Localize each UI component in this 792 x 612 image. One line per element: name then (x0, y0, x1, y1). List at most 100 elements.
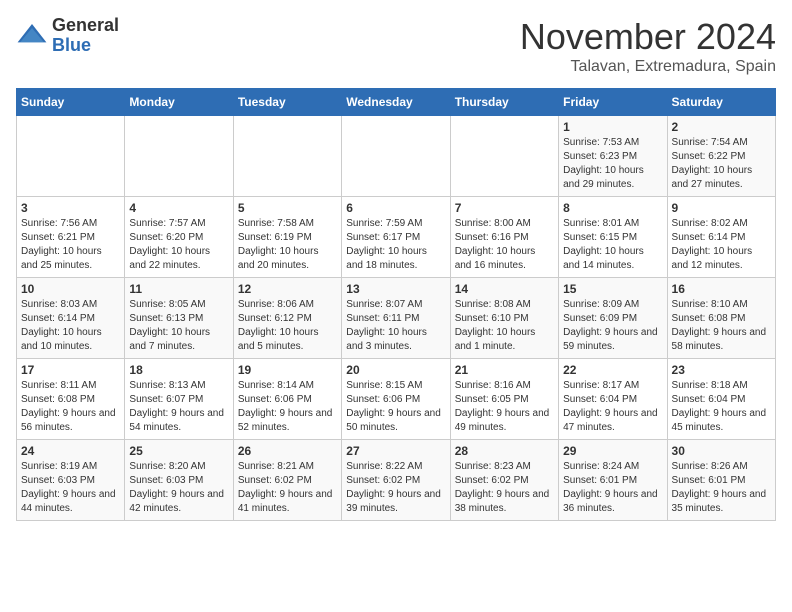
month-title: November 2024 (520, 16, 776, 58)
calendar-cell (342, 116, 450, 197)
day-info: Sunrise: 8:01 AM Sunset: 6:15 PM Dayligh… (563, 217, 662, 273)
day-info: Sunrise: 8:07 AM Sunset: 6:11 PM Dayligh… (346, 298, 445, 354)
day-number: 29 (563, 444, 662, 458)
day-info: Sunrise: 8:06 AM Sunset: 6:12 PM Dayligh… (238, 298, 337, 354)
calendar-table: SundayMondayTuesdayWednesdayThursdayFrid… (16, 88, 776, 521)
calendar-cell: 3 Sunrise: 7:56 AM Sunset: 6:21 PM Daylig… (17, 197, 125, 278)
calendar-cell: 8Sunrise: 8:01 AM Sunset: 6:15 PM Daylig… (559, 197, 667, 278)
calendar-cell: 13 Sunrise: 8:07 AM Sunset: 6:11 PM Dayli… (342, 278, 450, 359)
day-info: Sunrise: 8:15 AM Sunset: 6:06 PM Dayligh… (346, 379, 445, 435)
day-number: 15 (563, 282, 662, 296)
day-number: 19 (238, 363, 337, 377)
weekday-header: Wednesday (342, 89, 450, 116)
weekday-header: Friday (559, 89, 667, 116)
day-number: 6 (346, 201, 445, 215)
title-block: November 2024 Talavan, Extremadura, Spai… (520, 16, 776, 76)
calendar-cell: 24Sunrise: 8:19 AM Sunset: 6:03 PM Dayli… (17, 440, 125, 521)
day-info: Sunrise: 8:26 AM Sunset: 6:01 PM Dayligh… (672, 460, 771, 516)
calendar-cell: 4 Sunrise: 7:57 AM Sunset: 6:20 PM Daylig… (125, 197, 233, 278)
day-number: 20 (346, 363, 445, 377)
calendar-cell: 18Sunrise: 8:13 AM Sunset: 6:07 PM Dayli… (125, 359, 233, 440)
day-number: 23 (672, 363, 771, 377)
day-number: 3 (21, 201, 120, 215)
day-info: Sunrise: 8:23 AM Sunset: 6:02 PM Dayligh… (455, 460, 554, 516)
location: Talavan, Extremadura, Spain (520, 58, 776, 76)
calendar-cell: 14 Sunrise: 8:08 AM Sunset: 6:10 PM Dayli… (450, 278, 558, 359)
day-number: 7 (455, 201, 554, 215)
calendar-cell (450, 116, 558, 197)
day-info: Sunrise: 7:56 AM Sunset: 6:21 PM Dayligh… (21, 217, 120, 273)
day-number: 10 (21, 282, 120, 296)
weekday-header: Saturday (667, 89, 775, 116)
calendar-cell: 2Sunrise: 7:54 AM Sunset: 6:22 PM Daylig… (667, 116, 775, 197)
day-number: 22 (563, 363, 662, 377)
calendar-cell: 27Sunrise: 8:22 AM Sunset: 6:02 PM Dayli… (342, 440, 450, 521)
calendar-week: 10 Sunrise: 8:03 AM Sunset: 6:14 PM Dayli… (17, 278, 776, 359)
calendar-cell: 29 Sunrise: 8:24 AM Sunset: 6:01 PM Dayli… (559, 440, 667, 521)
weekday-header: Tuesday (233, 89, 341, 116)
calendar-week: 17 Sunrise: 8:11 AM Sunset: 6:08 PM Dayli… (17, 359, 776, 440)
day-number: 4 (129, 201, 228, 215)
calendar-cell: 1 Sunrise: 7:53 AM Sunset: 6:23 PM Daylig… (559, 116, 667, 197)
day-number: 28 (455, 444, 554, 458)
day-number: 5 (238, 201, 337, 215)
logo: General Blue (16, 16, 119, 56)
day-number: 24 (21, 444, 120, 458)
day-info: Sunrise: 8:16 AM Sunset: 6:05 PM Dayligh… (455, 379, 554, 435)
day-number: 2 (672, 120, 771, 134)
day-info: Sunrise: 8:22 AM Sunset: 6:02 PM Dayligh… (346, 460, 445, 516)
calendar-cell: 6 Sunrise: 7:59 AM Sunset: 6:17 PM Daylig… (342, 197, 450, 278)
day-info: Sunrise: 8:00 AM Sunset: 6:16 PM Dayligh… (455, 217, 554, 273)
calendar-cell: 17 Sunrise: 8:11 AM Sunset: 6:08 PM Dayli… (17, 359, 125, 440)
day-info: Sunrise: 8:02 AM Sunset: 6:14 PM Dayligh… (672, 217, 771, 273)
calendar-week: 3 Sunrise: 7:56 AM Sunset: 6:21 PM Daylig… (17, 197, 776, 278)
calendar-cell: 26Sunrise: 8:21 AM Sunset: 6:02 PM Dayli… (233, 440, 341, 521)
calendar-week: 1 Sunrise: 7:53 AM Sunset: 6:23 PM Daylig… (17, 116, 776, 197)
day-info: Sunrise: 7:53 AM Sunset: 6:23 PM Dayligh… (563, 136, 662, 192)
weekday-header: Sunday (17, 89, 125, 116)
day-number: 1 (563, 120, 662, 134)
day-number: 17 (21, 363, 120, 377)
day-info: Sunrise: 8:18 AM Sunset: 6:04 PM Dayligh… (672, 379, 771, 435)
day-number: 13 (346, 282, 445, 296)
day-info: Sunrise: 8:17 AM Sunset: 6:04 PM Dayligh… (563, 379, 662, 435)
calendar-cell: 20 Sunrise: 8:15 AM Sunset: 6:06 PM Dayli… (342, 359, 450, 440)
day-info: Sunrise: 7:58 AM Sunset: 6:19 PM Dayligh… (238, 217, 337, 273)
day-info: Sunrise: 8:14 AM Sunset: 6:06 PM Dayligh… (238, 379, 337, 435)
calendar-cell: 10 Sunrise: 8:03 AM Sunset: 6:14 PM Dayli… (17, 278, 125, 359)
weekday-header: Monday (125, 89, 233, 116)
calendar-cell: 11 Sunrise: 8:05 AM Sunset: 6:13 PM Dayli… (125, 278, 233, 359)
day-number: 25 (129, 444, 228, 458)
day-number: 11 (129, 282, 228, 296)
calendar-cell: 15Sunrise: 8:09 AM Sunset: 6:09 PM Dayli… (559, 278, 667, 359)
day-info: Sunrise: 8:20 AM Sunset: 6:03 PM Dayligh… (129, 460, 228, 516)
calendar-cell: 9Sunrise: 8:02 AM Sunset: 6:14 PM Daylig… (667, 197, 775, 278)
calendar-cell (125, 116, 233, 197)
day-info: Sunrise: 8:10 AM Sunset: 6:08 PM Dayligh… (672, 298, 771, 354)
calendar-cell: 22 Sunrise: 8:17 AM Sunset: 6:04 PM Dayli… (559, 359, 667, 440)
day-info: Sunrise: 8:11 AM Sunset: 6:08 PM Dayligh… (21, 379, 120, 435)
day-info: Sunrise: 8:24 AM Sunset: 6:01 PM Dayligh… (563, 460, 662, 516)
logo-icon (16, 20, 48, 52)
day-number: 18 (129, 363, 228, 377)
day-number: 16 (672, 282, 771, 296)
day-number: 12 (238, 282, 337, 296)
calendar-cell (233, 116, 341, 197)
day-info: Sunrise: 8:21 AM Sunset: 6:02 PM Dayligh… (238, 460, 337, 516)
calendar-cell: 23 Sunrise: 8:18 AM Sunset: 6:04 PM Dayli… (667, 359, 775, 440)
day-info: Sunrise: 8:05 AM Sunset: 6:13 PM Dayligh… (129, 298, 228, 354)
day-info: Sunrise: 7:57 AM Sunset: 6:20 PM Dayligh… (129, 217, 228, 273)
day-number: 21 (455, 363, 554, 377)
day-info: Sunrise: 8:08 AM Sunset: 6:10 PM Dayligh… (455, 298, 554, 354)
calendar-cell: 7 Sunrise: 8:00 AM Sunset: 6:16 PM Daylig… (450, 197, 558, 278)
calendar-cell: 19 Sunrise: 8:14 AM Sunset: 6:06 PM Dayli… (233, 359, 341, 440)
day-info: Sunrise: 8:03 AM Sunset: 6:14 PM Dayligh… (21, 298, 120, 354)
calendar-cell: 25 Sunrise: 8:20 AM Sunset: 6:03 PM Dayli… (125, 440, 233, 521)
day-number: 14 (455, 282, 554, 296)
calendar-cell: 30Sunrise: 8:26 AM Sunset: 6:01 PM Dayli… (667, 440, 775, 521)
day-info: Sunrise: 7:59 AM Sunset: 6:17 PM Dayligh… (346, 217, 445, 273)
page-header: General Blue November 2024 Talavan, Extr… (16, 16, 776, 76)
logo-text: General Blue (52, 16, 119, 56)
calendar-cell: 12 Sunrise: 8:06 AM Sunset: 6:12 PM Dayli… (233, 278, 341, 359)
calendar-cell (17, 116, 125, 197)
